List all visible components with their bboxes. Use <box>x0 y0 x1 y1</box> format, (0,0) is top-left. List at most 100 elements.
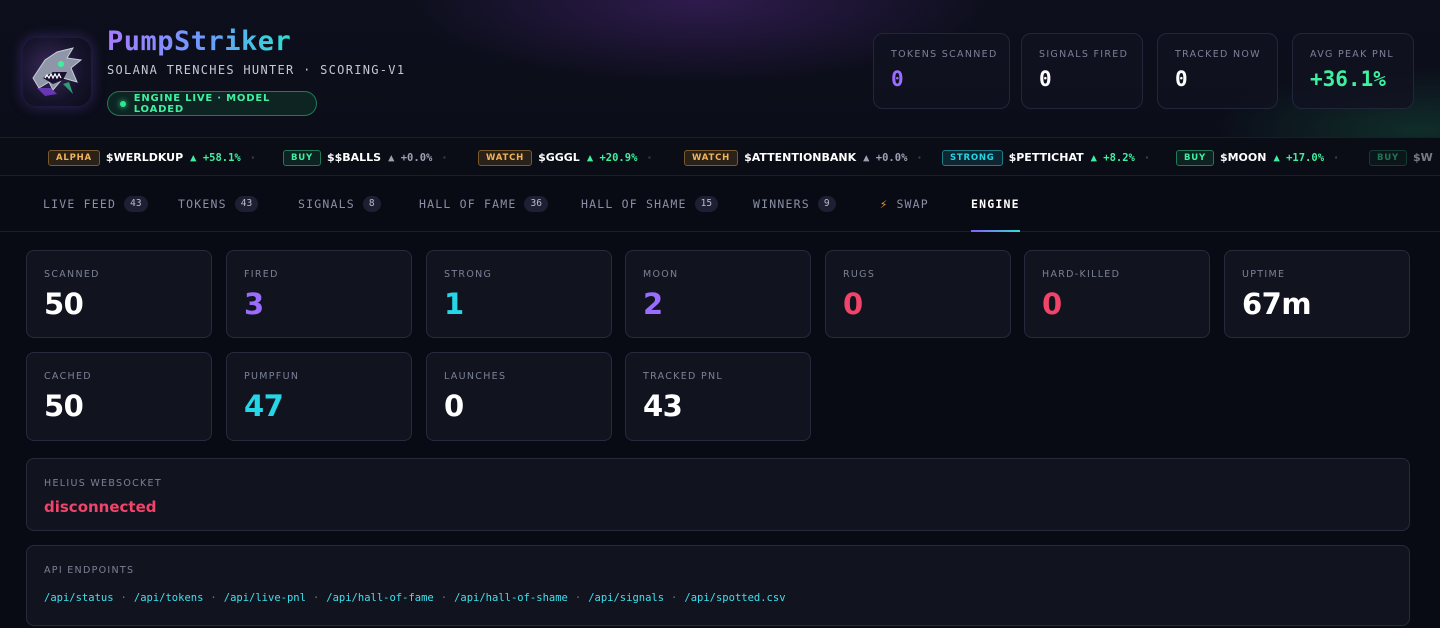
tab-label: ENGINE <box>971 197 1020 211</box>
engine-status-text: ENGINE LIVE · MODEL LOADED <box>133 92 271 115</box>
tab-count-badge: 8 <box>362 196 381 212</box>
ticker-change: ▲ +20.9% <box>586 151 638 164</box>
tab-hall-of-fame[interactable]: HALL OF FAME 36 <box>419 176 548 232</box>
endpoint-link-status[interactable]: /api/status <box>44 592 114 604</box>
stat-value: 0 <box>1039 67 1052 91</box>
tab-live-feed[interactable]: LIVE FEED 43 <box>43 176 148 232</box>
tab-label: WINNERS <box>753 197 810 211</box>
ticker-item[interactable]: BUY $MOON ▲ +17.0% · <box>1176 149 1338 166</box>
ticker-item[interactable]: WATCH $ATTENTIONBANK ▲ +0.0% · <box>684 149 922 166</box>
tab-count-badge: 9 <box>817 196 836 212</box>
card-value: 0 <box>444 389 464 423</box>
card-value: 1 <box>444 287 464 321</box>
stat-label: TRACKED NOW <box>1175 49 1261 60</box>
ticker-item[interactable]: WATCH $GGGL ▲ +20.9% · <box>478 149 652 166</box>
signal-badge: BUY <box>283 149 321 166</box>
ticker-symbol: $MOON <box>1219 151 1267 164</box>
tab-label: LIVE FEED <box>43 197 117 211</box>
stat-signals-fired: SIGNALS FIRED 0 <box>1021 33 1143 109</box>
card-label: STRONG <box>444 269 493 280</box>
engine-stat-uptime: UPTIME 67m <box>1224 250 1410 338</box>
ticker-separator: · <box>1144 151 1150 164</box>
signal-badge: BUY <box>1369 149 1407 166</box>
endpoint-link-spotted-csv[interactable]: /api/spotted.csv <box>684 592 785 604</box>
tab-tokens[interactable]: TOKENS 43 <box>178 176 259 232</box>
card-label: PUMPFUN <box>244 371 300 382</box>
tab-winners[interactable]: WINNERS 9 <box>753 176 836 232</box>
tab-label: TOKENS <box>178 197 227 211</box>
tab-swap[interactable]: ⚡ SWAP <box>880 176 929 232</box>
ticker-separator: · <box>647 151 652 164</box>
card-label: CACHED <box>44 371 92 382</box>
card-label: TRACKED PNL <box>643 371 723 382</box>
engine-stat-scanned: SCANNED 50 <box>26 250 212 338</box>
engine-stat-hard-killed: HARD-KILLED 0 <box>1024 250 1210 338</box>
tab-hall-of-shame[interactable]: HALL OF SHAME 15 <box>581 176 719 232</box>
card-value: 47 <box>244 389 284 423</box>
ticker-symbol: $$BALLS <box>326 151 382 164</box>
endpoint-list: /api/status · /api/tokens · /api/live-pn… <box>44 592 786 604</box>
endpoint-link-hall-of-fame[interactable]: /api/hall-of-fame <box>326 592 433 604</box>
endpoint-separator: · <box>120 592 127 604</box>
stat-label: AVG PEAK PNL <box>1310 49 1394 60</box>
card-value: 0 <box>843 287 863 321</box>
ticker-change: ▲ +0.0% <box>388 151 433 164</box>
card-label: MOON <box>643 269 679 280</box>
endpoint-link-live-pnl[interactable]: /api/live-pnl <box>224 592 306 604</box>
tab-signals[interactable]: SIGNALS 8 <box>298 176 381 232</box>
ticker-item[interactable]: BUY $$BALLS ▲ +0.0% · <box>283 149 447 166</box>
card-value: 43 <box>643 389 683 423</box>
signal-badge: STRONG <box>942 149 1003 166</box>
tab-engine[interactable]: ENGINE <box>971 176 1020 232</box>
card-label: RUGS <box>843 269 876 280</box>
engine-stat-strong: STRONG 1 <box>426 250 612 338</box>
card-label: UPTIME <box>1242 269 1286 280</box>
api-endpoints-panel: API ENDPOINTS /api/status · /api/tokens … <box>26 545 1410 626</box>
helius-websocket-panel: HELIUS WEBSOCKET disconnected <box>26 458 1410 531</box>
engine-status-badge: ENGINE LIVE · MODEL LOADED <box>107 91 317 116</box>
endpoint-link-hall-of-shame[interactable]: /api/hall-of-shame <box>454 592 568 604</box>
stat-value: 0 <box>1175 67 1188 91</box>
endpoint-link-tokens[interactable]: /api/tokens <box>134 592 204 604</box>
ticker-item[interactable]: ALPHA $WERLDKUP ▲ +58.1% · <box>48 149 255 166</box>
card-label: HARD-KILLED <box>1042 269 1121 280</box>
stat-value: +36.1% <box>1310 67 1386 91</box>
ticker-change: ▲ +0.0% <box>863 151 908 164</box>
stat-avg-peak-pnl: AVG PEAK PNL +36.1% <box>1292 33 1414 109</box>
tab-count-badge: 15 <box>694 196 719 212</box>
ticker-symbol: $WERLDKUP <box>105 151 184 164</box>
signal-badge: WATCH <box>478 149 533 166</box>
endpoint-separator: · <box>671 592 678 604</box>
tab-label: HALL OF FAME <box>419 197 517 211</box>
panel-label: HELIUS WEBSOCKET <box>44 478 162 489</box>
card-value: 0 <box>1042 287 1062 321</box>
ticker-separator: · <box>917 151 922 164</box>
app-subtitle: SOLANA TRENCHES HUNTER · SCORING-V1 <box>107 63 406 77</box>
endpoint-link-signals[interactable]: /api/signals <box>588 592 664 604</box>
signal-badge: BUY <box>1176 149 1214 166</box>
shark-logo-icon <box>23 38 91 106</box>
ticker-item[interactable]: STRONG $PETTICHAT ▲ +8.2% · <box>942 149 1149 166</box>
tab-label: SIGNALS <box>298 197 355 211</box>
ticker-symbol: $ATTENTIONBANK <box>744 151 857 164</box>
ticker-symbol: $PETTICHAT <box>1008 151 1084 164</box>
endpoint-separator: · <box>574 592 582 604</box>
engine-stat-rugs: RUGS 0 <box>825 250 1011 338</box>
engine-stat-pumpfun: PUMPFUN 47 <box>226 352 412 441</box>
tab-label: SWAP <box>896 197 929 211</box>
engine-stat-fired: FIRED 3 <box>226 250 412 338</box>
card-value: 2 <box>643 287 663 321</box>
stat-label: SIGNALS FIRED <box>1039 49 1129 60</box>
ticker-change: ▲ +58.1% <box>190 151 241 164</box>
ticker-separator: · <box>442 151 447 164</box>
stat-tokens-scanned: TOKENS SCANNED 0 <box>873 33 1010 109</box>
card-value: 50 <box>44 389 84 423</box>
stat-value: 0 <box>891 67 904 91</box>
main-tabs: LIVE FEED 43 TOKENS 43 SIGNALS 8 HALL OF… <box>0 176 1440 232</box>
app-title: PumpStriker <box>107 26 292 57</box>
card-label: LAUNCHES <box>444 371 507 382</box>
card-value: 50 <box>44 287 84 321</box>
ticker-item[interactable]: BUY $W <box>1369 149 1440 166</box>
engine-stat-moon: MOON 2 <box>625 250 811 338</box>
ticker-change: ▲ +17.0% <box>1273 151 1325 164</box>
